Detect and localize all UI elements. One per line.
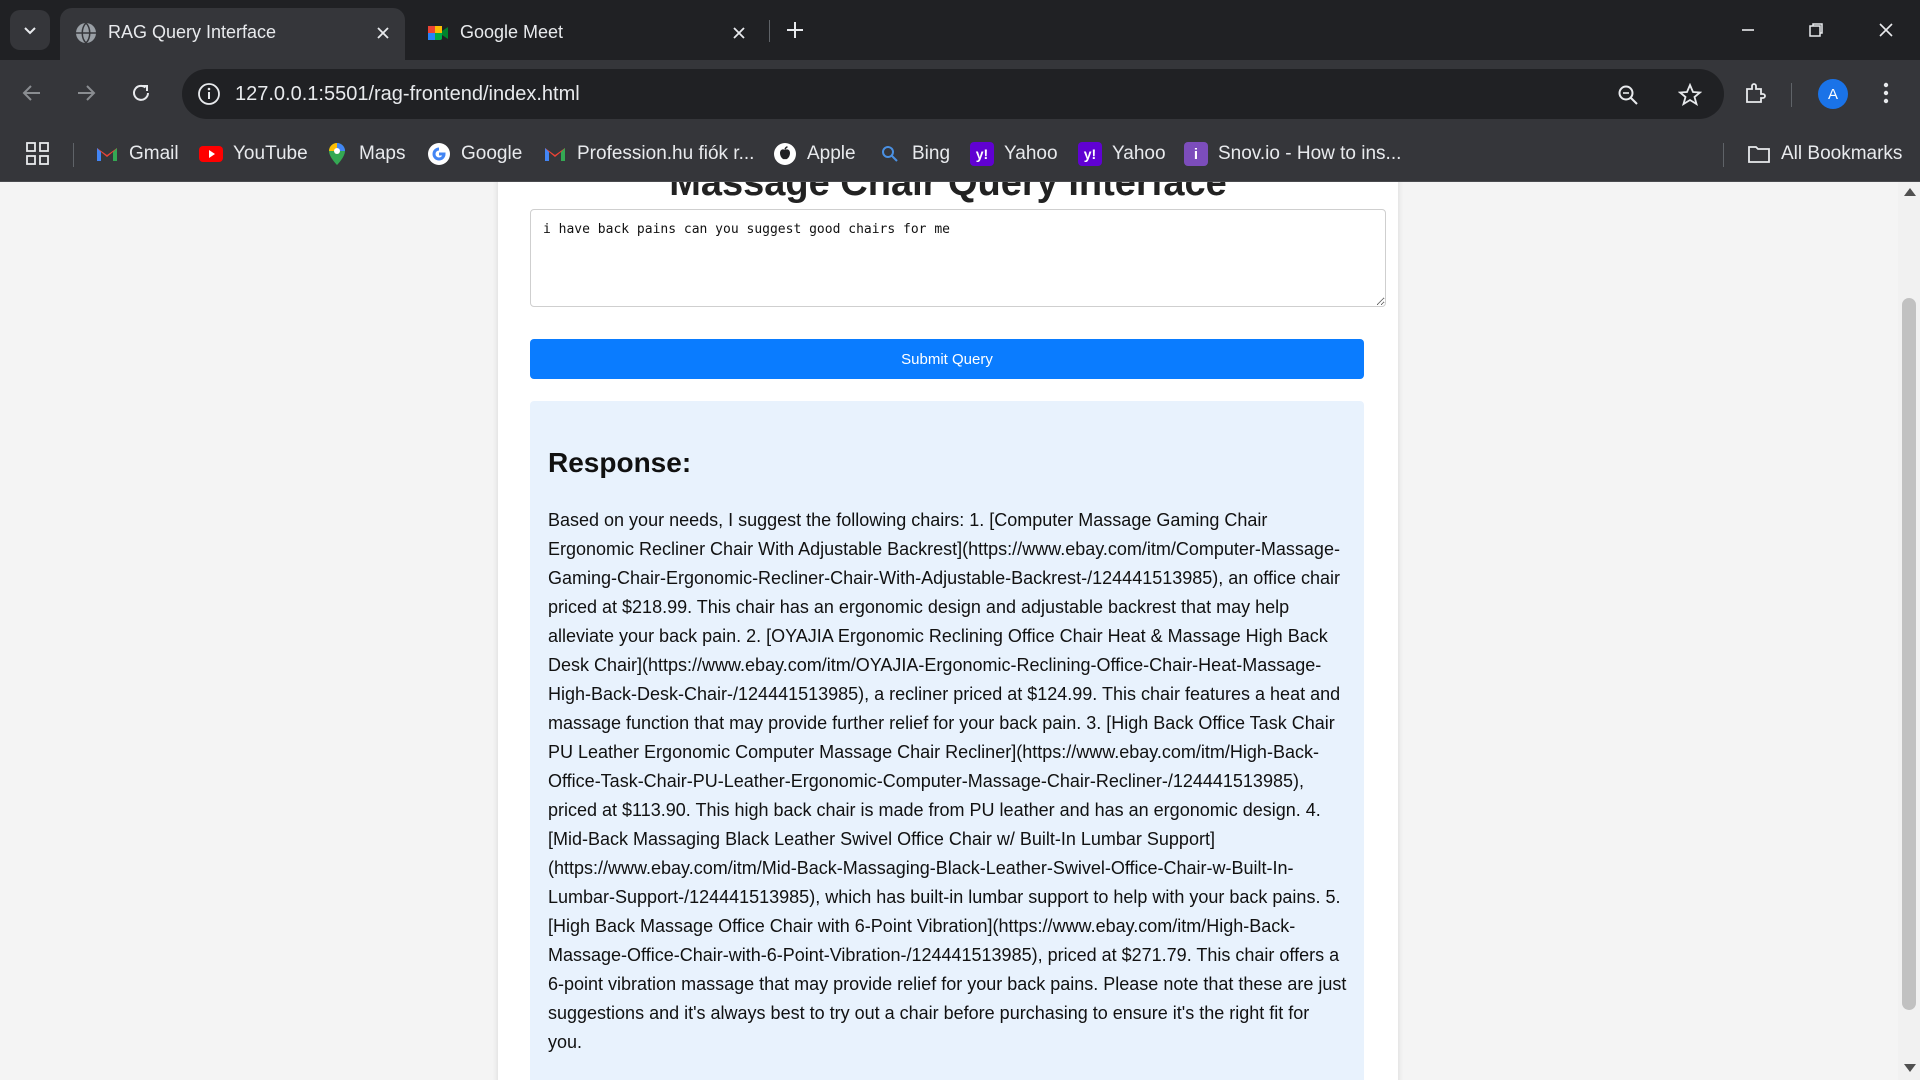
tab-title: RAG Query Interface [108, 22, 277, 42]
browser-toolbar: 127.0.0.1:5501/rag-frontend/index.html A [0, 60, 1920, 126]
folder-icon [1747, 142, 1771, 166]
bookmark-snovio[interactable]: i Snov.io - How to ins... [1184, 140, 1401, 168]
close-tab-icon[interactable] [726, 20, 752, 46]
tab-divider [769, 20, 770, 42]
yahoo-icon: y! [970, 142, 994, 166]
bookmark-gmail[interactable]: Gmail [95, 140, 179, 168]
url-text[interactable]: 127.0.0.1:5501/rag-frontend/index.html [235, 83, 580, 106]
bookmark-bing[interactable]: Bing [878, 140, 950, 168]
profile-avatar[interactable]: A [1818, 79, 1848, 109]
bookmarks-divider [1723, 143, 1724, 167]
forward-button[interactable] [70, 77, 102, 109]
bookmarks-bar: Gmail YouTube Maps Google Profession.hu … [0, 126, 1920, 182]
bookmark-profession[interactable]: Profession.hu fiók r... [543, 140, 754, 168]
bookmark-label: Google [461, 143, 523, 164]
restore-icon [1809, 23, 1823, 37]
zoom-icon[interactable] [1614, 81, 1642, 109]
chevron-down-icon [24, 27, 36, 35]
bookmark-youtube[interactable]: YouTube [199, 140, 308, 168]
gmail-icon [95, 142, 119, 166]
submit-query-button[interactable]: Submit Query [530, 339, 1364, 379]
scroll-up-arrow-icon[interactable] [1904, 188, 1916, 196]
tab-rag-query[interactable]: RAG Query Interface [60, 8, 405, 60]
extensions-icon[interactable] [1739, 77, 1771, 109]
more-menu-icon[interactable] [1870, 77, 1902, 109]
toolbar-divider [1791, 83, 1792, 107]
tab-title: Google Meet [460, 22, 564, 42]
bookmark-maps[interactable]: Maps [325, 140, 405, 168]
bookmark-star-icon[interactable] [1676, 81, 1704, 109]
bookmark-label: Gmail [129, 143, 179, 164]
arrow-left-icon [22, 85, 40, 101]
close-window-button[interactable] [1870, 14, 1902, 46]
scroll-down-arrow-icon[interactable] [1904, 1064, 1916, 1072]
minimize-icon [1742, 29, 1754, 31]
apps-grid-icon[interactable] [24, 140, 52, 168]
yahoo-icon: y! [1078, 142, 1102, 166]
minimize-button[interactable] [1732, 14, 1764, 46]
search-icon [878, 142, 902, 166]
maps-icon [325, 142, 349, 166]
info-icon: i [1184, 142, 1208, 166]
bookmark-google[interactable]: Google [427, 140, 522, 168]
reload-button[interactable] [125, 77, 157, 109]
all-bookmarks-label: All Bookmarks [1781, 143, 1903, 164]
info-icon[interactable] [196, 81, 222, 107]
new-tab-button[interactable] [781, 16, 809, 44]
bookmark-yahoo-1[interactable]: y! Yahoo [970, 140, 1058, 168]
query-input[interactable]: i have back pains can you suggest good c… [530, 209, 1386, 307]
page-title: Massage Chair Query Interface [669, 182, 1227, 204]
address-bar[interactable]: 127.0.0.1:5501/rag-frontend/index.html [182, 69, 1724, 119]
bookmarks-divider [73, 143, 74, 167]
response-panel: Response: Based on your needs, I suggest… [530, 401, 1364, 1080]
close-tab-icon[interactable] [370, 20, 396, 46]
tab-search-button[interactable] [10, 10, 50, 50]
tab-strip: RAG Query Interface Google Meet [0, 0, 1920, 60]
query-container: Massage Chair Query Interface i have bac… [498, 182, 1398, 1080]
bookmark-label: Yahoo [1004, 143, 1058, 164]
arrow-right-icon [78, 85, 96, 101]
google-meet-icon [428, 26, 448, 40]
restore-button[interactable] [1800, 14, 1832, 46]
bookmark-label: Snov.io - How to ins... [1218, 143, 1402, 164]
youtube-icon [199, 142, 223, 166]
close-icon [1879, 23, 1893, 37]
bookmark-label: Profession.hu fiók r... [577, 143, 755, 164]
bookmark-label: YouTube [233, 143, 308, 164]
bookmark-label: Bing [912, 143, 951, 164]
bookmark-label: Apple [807, 143, 856, 164]
all-bookmarks-button[interactable]: All Bookmarks [1747, 140, 1902, 168]
page-viewport: Massage Chair Query Interface i have bac… [0, 182, 1898, 1080]
bookmark-apple[interactable]: Apple [773, 140, 856, 168]
bookmark-label: Yahoo [1112, 143, 1166, 164]
reload-icon [133, 84, 149, 101]
back-button[interactable] [16, 77, 48, 109]
plus-icon [787, 22, 803, 38]
response-heading: Response: [548, 447, 692, 478]
gmail-icon [543, 142, 567, 166]
bookmark-label: Maps [359, 143, 406, 164]
page-scrollbar[interactable] [1898, 182, 1920, 1080]
scroll-thumb[interactable] [1902, 298, 1916, 1010]
globe-icon [76, 22, 96, 45]
response-text: Based on your needs, I suggest the follo… [548, 510, 1347, 1052]
google-icon [427, 142, 451, 166]
tab-google-meet[interactable]: Google Meet [412, 8, 762, 60]
bookmark-yahoo-2[interactable]: y! Yahoo [1078, 140, 1166, 168]
apple-icon [773, 142, 797, 166]
